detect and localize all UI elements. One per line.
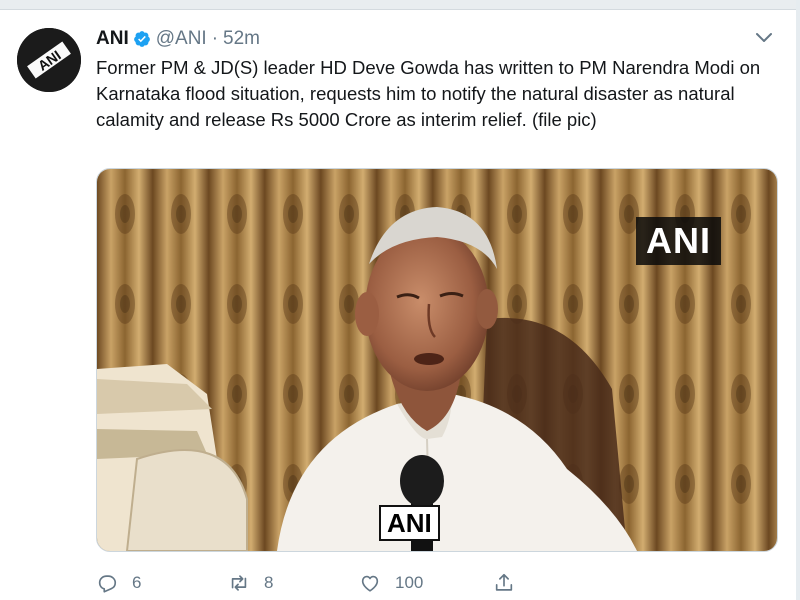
retweet-count: 8 (264, 573, 274, 592)
avatar[interactable]: ANI (17, 28, 81, 92)
reply-icon (98, 575, 117, 593)
tweet-media-image[interactable]: ANI ANI (96, 168, 778, 552)
like-button[interactable]: 100 (359, 572, 423, 594)
share-button[interactable] (493, 572, 529, 594)
tweet-actions: 6 8 100 (96, 572, 776, 596)
mic-flag-label: ANI (379, 505, 440, 541)
window-right-edge (796, 0, 800, 600)
retweet-icon (231, 575, 247, 591)
tweet-header: ANI @ANI · 52m (96, 27, 260, 51)
reply-count: 6 (132, 573, 142, 592)
like-icon (361, 575, 379, 592)
ani-logo-icon: ANI (17, 28, 81, 92)
share-icon (495, 573, 513, 591)
header-separator: · (211, 28, 219, 49)
chevron-down-icon[interactable] (754, 27, 774, 47)
tweet-card[interactable]: ANI ANI @ANI · 52m Former PM & JD(S) lea… (0, 10, 796, 600)
like-count: 100 (395, 573, 424, 592)
timestamp-link[interactable]: 52m (223, 28, 260, 50)
reply-button[interactable]: 6 (96, 572, 141, 594)
verified-badge-icon (133, 30, 151, 48)
author-name[interactable]: ANI (96, 28, 129, 50)
window-top-edge (0, 0, 800, 10)
retweet-button[interactable]: 8 (228, 572, 273, 594)
author-handle[interactable]: @ANI (156, 28, 207, 50)
tweet-text: Former PM & JD(S) leader HD Deve Gowda h… (96, 57, 761, 130)
ani-watermark: ANI (636, 217, 721, 265)
